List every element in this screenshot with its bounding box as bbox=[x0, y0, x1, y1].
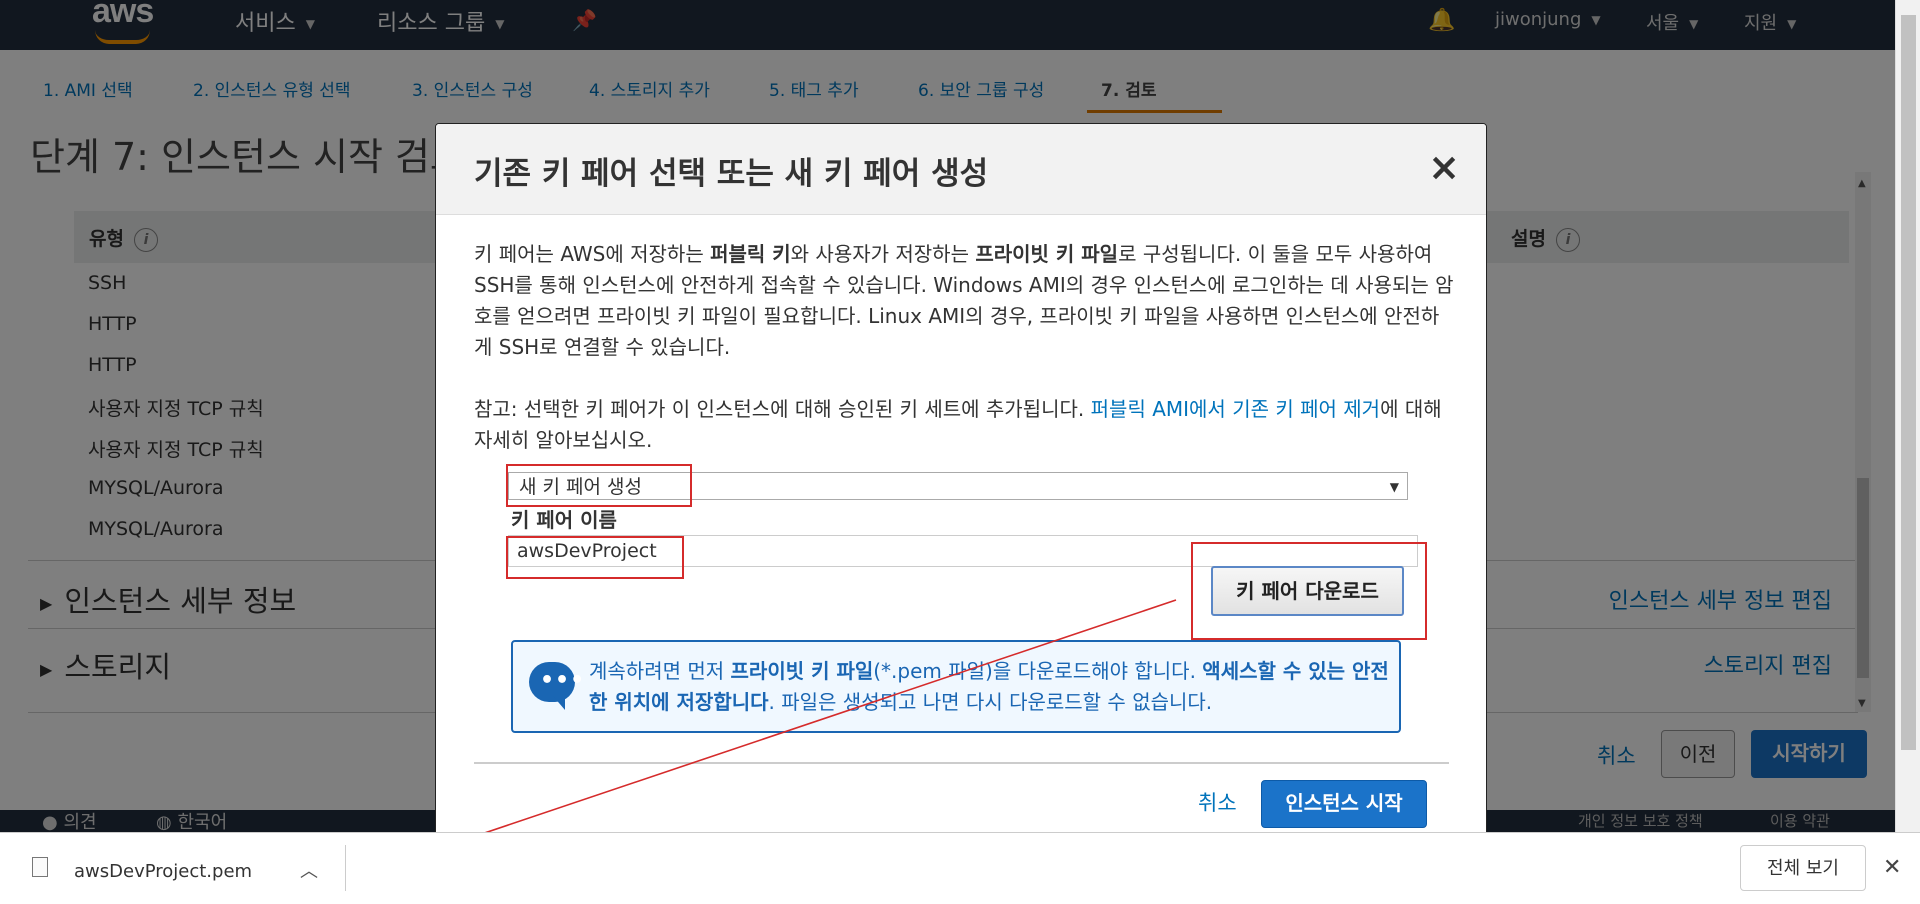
info-alert: ••• 계속하려면 먼저 프라이빗 키 파일(*.pem 파일)을 다운로드해야… bbox=[511, 640, 1401, 733]
dialog-header: 기존 키 페어 선택 또는 새 키 페어 생성 × bbox=[436, 124, 1486, 215]
window-scrollbar[interactable] bbox=[1895, 0, 1920, 833]
note-paragraph: 참고: 선택한 키 페어가 이 인스턴스에 대해 승인된 키 세트에 추가됩니다… bbox=[474, 397, 1442, 452]
chevron-up-icon[interactable]: ︿ bbox=[300, 857, 318, 883]
scrollbar-thumb[interactable] bbox=[1901, 15, 1916, 750]
divider bbox=[345, 845, 346, 891]
key-pair-name-label: 키 페어 이름 bbox=[511, 508, 617, 532]
launch-instance-button[interactable]: 인스턴스 시작 bbox=[1261, 780, 1427, 828]
file-icon bbox=[32, 857, 48, 877]
annotation-box-select bbox=[506, 464, 692, 507]
downloaded-file-name[interactable]: awsDevProject.pem bbox=[74, 861, 252, 882]
chat-bubble-tail bbox=[553, 696, 565, 710]
dialog-body: 키 페어는 AWS에 저장하는 퍼블릭 키와 사용자가 저장하는 프라이빗 키 … bbox=[474, 239, 1454, 456]
close-icon[interactable]: × bbox=[1428, 148, 1460, 186]
dialog-cancel-link[interactable]: 취소 bbox=[1198, 787, 1237, 817]
close-icon[interactable]: ✕ bbox=[1883, 855, 1901, 880]
remove-key-pair-link[interactable]: 퍼블릭 AMI에서 기존 키 페어 제거 bbox=[1091, 397, 1380, 421]
annotation-box-download bbox=[1191, 542, 1427, 640]
divider bbox=[474, 762, 1449, 764]
download-shelf: awsDevProject.pem ︿ 전체 보기 ✕ bbox=[0, 832, 1920, 904]
chat-bubble-icon: ••• bbox=[529, 662, 584, 702]
annotation-box-name bbox=[506, 536, 684, 579]
info-message: 계속하려면 먼저 프라이빗 키 파일(*.pem 파일)을 다운로드해야 합니다… bbox=[589, 659, 1389, 714]
dialog-title: 기존 키 페어 선택 또는 새 키 페어 생성 bbox=[474, 156, 989, 192]
intro-paragraph: 키 페어는 AWS에 저장하는 퍼블릭 키와 사용자가 저장하는 프라이빗 키 … bbox=[474, 242, 1454, 359]
dropdown-arrow-icon: ▼ bbox=[1389, 480, 1399, 494]
show-all-button[interactable]: 전체 보기 bbox=[1740, 845, 1866, 891]
